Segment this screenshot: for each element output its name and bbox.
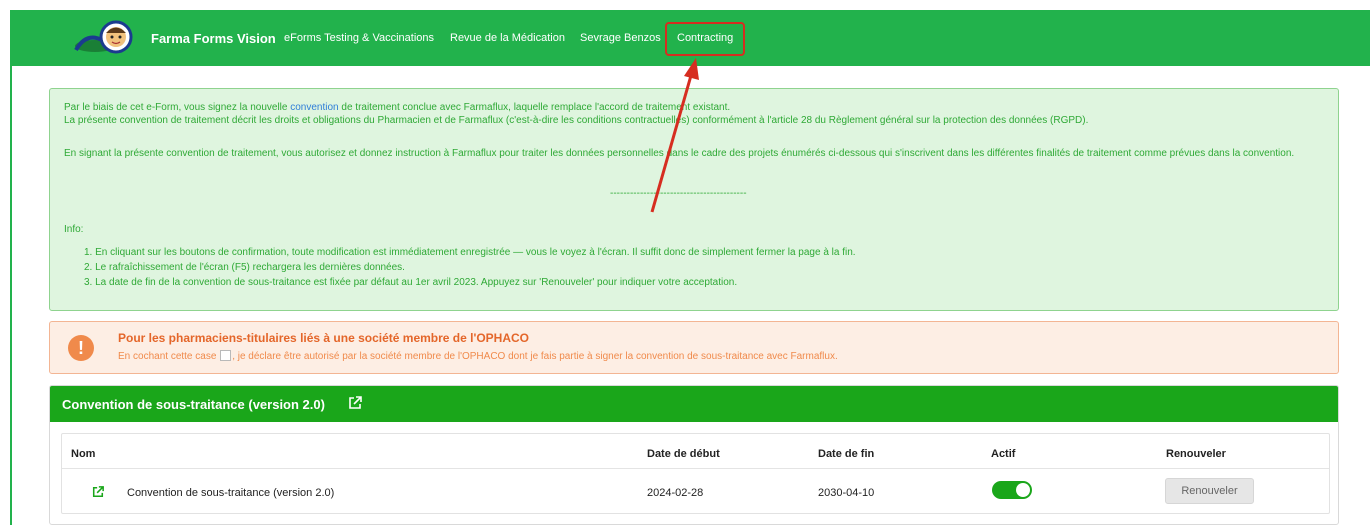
warning-title: Pour les pharmaciens-titulaires liés à u… — [118, 331, 529, 345]
convention-table: Nom Date de début Date de fin Actif Reno… — [61, 433, 1330, 514]
row-end-date: 2030-04-10 — [818, 487, 875, 499]
info-authorization-text: En signant la présente convention de tra… — [64, 148, 1295, 159]
info-list-item: 3. La date de fin de la convention de so… — [84, 277, 738, 288]
info-separator: ----------------------------------------… — [610, 188, 747, 199]
ophaco-checkbox[interactable] — [220, 350, 232, 361]
info-list-item: 1. En cliquant sur les boutons de confir… — [84, 247, 856, 258]
info-intro-text-start: Par le biais de cet e-Form, vous signez … — [64, 102, 291, 113]
column-header-start-date: Date de début — [647, 448, 720, 460]
warning-text-end: , je déclare être autorisé par la sociét… — [232, 351, 838, 362]
nav-item-sevrage-benzos[interactable]: Sevrage Benzos — [580, 32, 661, 44]
nav-item-revue-medication[interactable]: Revue de la Médication — [450, 32, 565, 44]
table-header-divider — [62, 468, 1329, 469]
contracting-highlight-box — [665, 22, 745, 56]
warning-text: En cochant cette case , je déclare être … — [118, 350, 838, 362]
ophaco-warning-panel: ! Pour les pharmaciens-titulaires liés à… — [49, 321, 1339, 374]
info-label: Info: — [64, 224, 84, 235]
info-list: 1. En cliquant sur les boutons de confir… — [84, 246, 1314, 291]
external-link-icon[interactable] — [92, 486, 104, 498]
convention-header: Convention de sous-traitance (version 2.… — [50, 386, 1338, 422]
toggle-knob — [1016, 483, 1030, 497]
info-list-item: 2. Le rafraîchissement de l'écran (F5) r… — [84, 262, 405, 273]
brand-title[interactable]: Farma Forms Vision — [151, 31, 276, 46]
warning-text-start: En cochant cette case — [118, 351, 217, 362]
info-intro: Par le biais de cet e-Form, vous signez … — [64, 101, 1324, 127]
convention-panel: Convention de sous-traitance (version 2.… — [49, 385, 1339, 525]
info-intro-text-end: de traitement conclue avec Farmaflux, la… — [338, 102, 731, 113]
external-link-icon[interactable] — [348, 396, 362, 410]
convention-link[interactable]: convention — [290, 102, 338, 113]
logo-icon[interactable] — [72, 20, 138, 56]
row-name: Convention de sous-traitance (version 2.… — [127, 487, 335, 499]
renew-button[interactable]: Renouveler — [1165, 478, 1254, 504]
exclamation-icon: ! — [68, 335, 94, 361]
left-border — [10, 66, 12, 525]
column-header-end-date: Date de fin — [818, 448, 875, 460]
nav-item-eforms[interactable]: eForms Testing & Vaccinations — [284, 32, 434, 44]
column-header-active: Actif — [991, 448, 1016, 460]
active-toggle[interactable] — [992, 481, 1032, 499]
row-start-date: 2024-02-28 — [647, 487, 704, 499]
column-header-name: Nom — [71, 448, 96, 460]
convention-header-title: Convention de sous-traitance (version 2.… — [62, 397, 325, 412]
column-header-renew: Renouveler — [1166, 448, 1226, 460]
info-intro-line2: La présente convention de traitement déc… — [64, 115, 1089, 126]
info-panel: Par le biais de cet e-Form, vous signez … — [49, 88, 1339, 311]
